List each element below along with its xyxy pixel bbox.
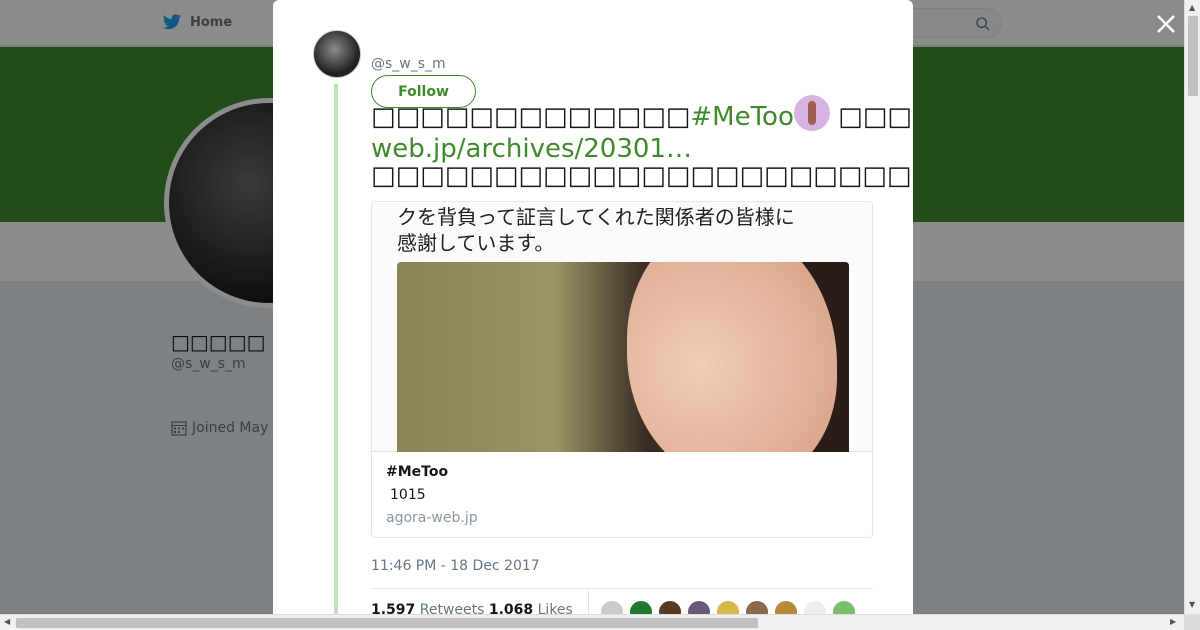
card-image: クを背負って証言してくれた関係者の皆様に 感謝しています。: [372, 202, 872, 452]
liker-avatar[interactable]: [745, 600, 769, 614]
tweet-timestamp[interactable]: 11:46 PM - 18 Dec 2017: [371, 558, 540, 574]
horizontal-scrollbar[interactable]: ◀ ▶: [0, 614, 1184, 630]
tweet-stats: 1,597 Retweets 1,068 Likes: [371, 602, 573, 614]
tweet-author-handle[interactable]: @s_w_s_m: [371, 56, 446, 72]
vertical-scrollbar[interactable]: ▲ ▼: [1184, 0, 1200, 614]
retweets-count[interactable]: 1,597: [371, 602, 415, 614]
close-modal-button[interactable]: [1154, 12, 1178, 36]
vertical-scroll-thumb[interactable]: [1188, 16, 1198, 96]
card-image-caption: クを背負って証言してくれた関係者の皆様に 感謝しています。: [397, 205, 795, 255]
liker-avatar[interactable]: [803, 600, 827, 614]
likers-avatars: [600, 600, 856, 614]
scroll-down-arrow-icon[interactable]: ▼: [1189, 600, 1195, 609]
tweet-text-mid: □□□□□□□: [838, 102, 913, 132]
likes-count[interactable]: 1,068: [489, 602, 533, 614]
likes-label[interactable]: Likes: [538, 602, 573, 614]
tweet-modal: @s_w_s_m □□□□□□□□□□□□□#MeToo □□□□□□□ ago…: [273, 0, 913, 614]
raised-hand-emoji-icon: [793, 95, 830, 131]
card-photo: [397, 262, 849, 452]
stats-divider: [371, 588, 873, 589]
card-title: #MeToo: [386, 464, 449, 480]
scroll-up-arrow-icon[interactable]: ▲: [1189, 3, 1195, 12]
thread-line: [334, 84, 338, 614]
scroll-right-arrow-icon[interactable]: ▶: [1170, 617, 1176, 626]
horizontal-scroll-thumb[interactable]: [16, 618, 758, 628]
scrollbar-corner: [1184, 614, 1200, 630]
close-icon[interactable]: [1154, 12, 1178, 36]
follow-button[interactable]: Follow: [371, 75, 476, 108]
stats-separator: [588, 590, 589, 614]
link-preview-card[interactable]: クを背負って証言してくれた関係者の皆様に 感謝しています。 #MeToo 101…: [371, 201, 873, 538]
liker-avatar[interactable]: [774, 600, 798, 614]
hashtag-link[interactable]: #MeToo: [690, 102, 794, 132]
liker-avatar[interactable]: [716, 600, 740, 614]
tweet-text-line3: □□□□□□□□□□□□□□□□□□□□□□□□□□□□□□□□□□□□□□□□…: [371, 161, 913, 191]
liker-avatar[interactable]: [687, 600, 711, 614]
card-description: 1015: [390, 487, 426, 503]
card-domain: agora-web.jp: [386, 510, 478, 526]
liker-avatar[interactable]: [600, 600, 624, 614]
tweet-author-avatar[interactable]: [313, 30, 361, 78]
retweets-label[interactable]: Retweets: [420, 602, 485, 614]
liker-avatar[interactable]: [658, 600, 682, 614]
scroll-left-arrow-icon[interactable]: ◀: [4, 617, 10, 626]
liker-avatar[interactable]: [832, 600, 856, 614]
liker-avatar[interactable]: [629, 600, 653, 614]
